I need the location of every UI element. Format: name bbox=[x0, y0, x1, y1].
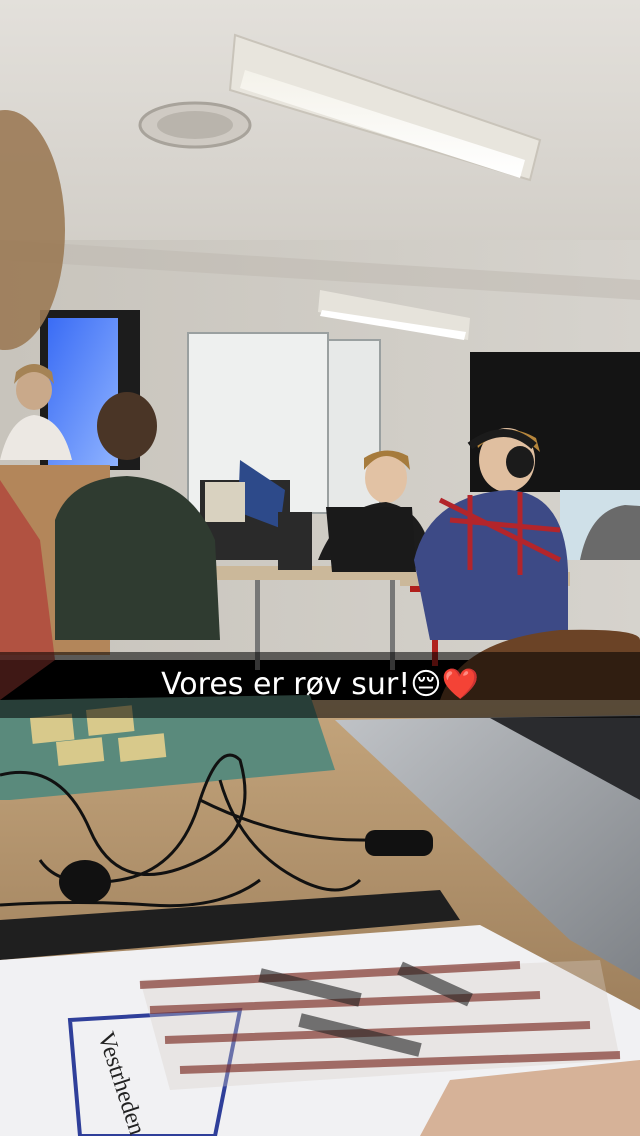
snap-caption: Vores er røv sur!😔❤️ bbox=[161, 667, 479, 702]
earbud-right bbox=[365, 830, 433, 856]
earbud-left bbox=[59, 860, 111, 904]
snap-photo: Vestrheden Vores er røv sur!😔❤️ bbox=[0, 0, 640, 1136]
caption-bar[interactable]: Vores er røv sur!😔❤️ bbox=[0, 652, 640, 718]
classroom-scene: Vestrheden bbox=[0, 0, 640, 1136]
laptop-boy bbox=[326, 507, 416, 572]
